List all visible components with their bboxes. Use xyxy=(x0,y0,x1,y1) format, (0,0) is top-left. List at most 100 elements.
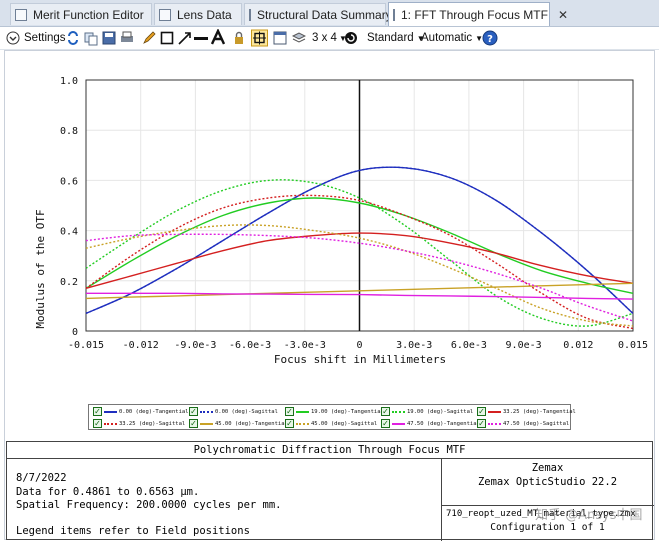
legend-label: 45.00 (deg)-Tangential xyxy=(215,420,288,427)
refresh-icon[interactable] xyxy=(66,29,80,47)
x-tick-label: -9.0e-3 xyxy=(174,340,216,351)
legend-label: 45.00 (deg)-Sagittal xyxy=(311,420,378,427)
tab-label: 1: FFT Through Focus MTF xyxy=(401,7,548,22)
legend-label: 47.50 (deg)-Sagittal xyxy=(503,420,570,427)
automatic-dropdown[interactable]: Automatic ▼ xyxy=(421,29,483,47)
legend-item[interactable]: ✓ 47.50 (deg)-Sagittal xyxy=(477,418,569,429)
legend-item[interactable]: ✓ 33.25 (deg)-Tangential xyxy=(477,406,576,417)
legend-swatch xyxy=(200,410,213,413)
layout-dropdown[interactable]: 3 x 4 ▼ xyxy=(312,29,347,47)
configuration-label: Configuration 1 of 1 xyxy=(490,522,605,533)
legend-swatch xyxy=(296,410,309,413)
x-tick-label: -0.015 xyxy=(68,340,104,351)
legend-swatch xyxy=(488,410,501,413)
legend-swatch xyxy=(392,410,405,413)
text-tool-icon[interactable] xyxy=(211,29,225,47)
checkbox-icon[interactable]: ✓ xyxy=(285,419,294,428)
layers-icon[interactable] xyxy=(292,29,306,47)
x-axis-label: Focus shift in Millimeters xyxy=(274,353,446,366)
legend-swatch xyxy=(104,422,117,425)
y-tick-label: 0 xyxy=(72,327,78,338)
x-tick-label: 3.0e-3 xyxy=(396,340,432,351)
tab-structural-data-summary[interactable]: Structural Data Summary xyxy=(244,3,392,25)
legend-label: 0.00 (deg)-Sagittal xyxy=(215,408,278,415)
wavelength-range: Data for 0.4861 to 0.6563 µm. xyxy=(16,486,200,498)
legend-label: 19.00 (deg)-Tangential xyxy=(311,408,384,415)
legend-item[interactable]: ✓ 33.25 (deg)-Sagittal xyxy=(93,418,185,429)
legend-label: 0.00 (deg)-Tangential xyxy=(119,408,189,415)
svg-text:?: ? xyxy=(487,34,493,45)
checkbox-icon[interactable]: ✓ xyxy=(93,407,102,416)
analysis-info-block: Polychromatic Diffraction Through Focus … xyxy=(6,441,654,541)
checkbox-icon[interactable]: ✓ xyxy=(189,419,198,428)
legend-item[interactable]: ✓ 45.00 (deg)-Tangential xyxy=(189,418,288,429)
legend-label: 19.00 (deg)-Sagittal xyxy=(407,408,474,415)
checkbox-icon[interactable]: ✓ xyxy=(189,407,198,416)
arrow-icon[interactable] xyxy=(178,29,192,47)
product-name: Zemax OpticStudio 22.2 xyxy=(477,476,618,488)
rectangle-icon[interactable] xyxy=(160,29,174,47)
checkbox-icon[interactable]: ✓ xyxy=(477,419,486,428)
x-tick-label: -0.012 xyxy=(123,340,159,351)
tab-merit-function-editor[interactable]: Merit Function Editor xyxy=(10,3,152,25)
close-icon[interactable]: ✕ xyxy=(558,8,568,22)
legend-note: Legend items refer to Field positions xyxy=(16,525,250,537)
analysis-toolbar: Settings 3 x 4 ▼ Standard ▼ Automatic ▼ … xyxy=(0,27,659,50)
layout-label: 3 x 4 xyxy=(312,32,337,44)
y-tick-label: 0.6 xyxy=(60,176,78,187)
checkbox-icon[interactable]: ✓ xyxy=(93,419,102,428)
cursor-select-icon[interactable] xyxy=(251,29,268,47)
standard-dropdown[interactable]: Standard ▼ xyxy=(367,29,425,47)
pencil-icon[interactable] xyxy=(142,29,156,47)
x-tick-label: 0.012 xyxy=(563,340,593,351)
y-tick-label: 0.8 xyxy=(60,126,78,137)
help-icon[interactable]: ? xyxy=(482,29,498,47)
checkbox-icon[interactable]: ✓ xyxy=(381,407,390,416)
chevron-down-circle-icon xyxy=(6,31,20,45)
mtf-icon xyxy=(393,8,395,21)
checkbox-icon[interactable]: ✓ xyxy=(285,407,294,416)
copy-icon[interactable] xyxy=(84,29,98,47)
legend-item[interactable]: ✓ 19.00 (deg)-Tangential xyxy=(285,406,384,417)
legend-item[interactable]: ✓ 47.50 (deg)-Tangential xyxy=(381,418,480,429)
legend-item[interactable]: ✓ 19.00 (deg)-Sagittal xyxy=(381,406,473,417)
tab-lens-data[interactable]: Lens Data xyxy=(154,3,242,25)
document-tab-bar: Merit Function Editor Lens Data Structur… xyxy=(0,0,659,27)
analysis-date: 8/7/2022 xyxy=(16,472,67,484)
x-tick-label: 0.015 xyxy=(618,340,648,351)
window-icon[interactable] xyxy=(273,29,287,47)
legend-swatch xyxy=(104,410,117,413)
legend-item[interactable]: ✓ 0.00 (deg)-Tangential xyxy=(93,406,189,417)
rotate-icon[interactable] xyxy=(344,29,358,47)
line-icon[interactable] xyxy=(194,29,208,47)
checkbox-icon[interactable]: ✓ xyxy=(477,407,486,416)
legend-label: 33.25 (deg)-Sagittal xyxy=(119,420,186,427)
through-focus-mtf-chart: -0.015 -0.012 -9.0e-3 -6.0e-3 -3.0e-3 0 3.0e-3… xyxy=(34,76,648,366)
legend-swatch xyxy=(296,422,309,425)
x-tick-label: 0 xyxy=(356,340,362,351)
x-tick-label: 9.0e-3 xyxy=(506,340,542,351)
automatic-label: Automatic xyxy=(421,32,473,44)
legend-swatch xyxy=(488,422,501,425)
lock-icon[interactable] xyxy=(232,29,246,47)
tab-label: Merit Function Editor xyxy=(33,7,144,22)
chart-legend: ✓ 0.00 (deg)-Tangential ✓ 0.00 (deg)-Sagitt… xyxy=(88,404,576,430)
x-tick-label: 6.0e-3 xyxy=(451,340,487,351)
legend-item[interactable]: ✓ 45.00 (deg)-Sagittal xyxy=(285,418,377,429)
save-icon[interactable] xyxy=(102,29,116,47)
legend-swatch xyxy=(200,422,213,425)
checkbox-icon[interactable]: ✓ xyxy=(381,419,390,428)
x-tick-label: -3.0e-3 xyxy=(284,340,326,351)
tab-fft-through-focus-mtf[interactable]: 1: FFT Through Focus MTF ✕ xyxy=(388,2,568,26)
structural-data-icon xyxy=(249,8,251,21)
analysis-title: Polychromatic Diffraction Through Focus … xyxy=(7,442,652,459)
watermark: 知乎 @Ansys中国 xyxy=(535,508,643,523)
legend-item[interactable]: ✓ 0.00 (deg)-Sagittal xyxy=(189,406,278,417)
legend-label: 47.50 (deg)-Tangential xyxy=(407,420,480,427)
legend-swatch xyxy=(392,422,405,425)
settings-button[interactable]: Settings xyxy=(6,29,66,47)
settings-label: Settings xyxy=(24,32,66,44)
tab-label: Structural Data Summary xyxy=(257,7,392,22)
print-icon[interactable] xyxy=(120,29,134,47)
y-axis-label: Modulus of the OTF xyxy=(34,209,47,328)
